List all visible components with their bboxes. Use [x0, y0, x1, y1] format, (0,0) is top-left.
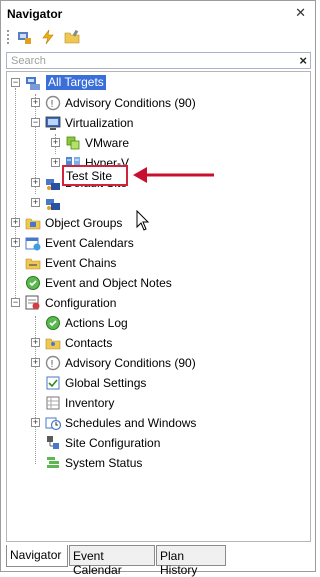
folder-edit-icon[interactable]	[62, 28, 82, 46]
pin-close-icon[interactable]: ✕	[295, 5, 306, 21]
toolbar	[2, 25, 314, 49]
site-icon	[45, 195, 61, 211]
tree-item-test-site[interactable]: +	[31, 194, 301, 212]
tree-item-event-notes[interactable]: Event and Object Notes	[11, 274, 301, 292]
tree-item-label: Global Settings	[65, 376, 147, 390]
expand-toggle[interactable]: +	[31, 98, 40, 107]
expand-toggle[interactable]: +	[51, 138, 60, 147]
tree-item-schedules[interactable]: + Schedules and Windows	[31, 414, 301, 432]
system-status-icon	[45, 455, 61, 471]
object-groups-icon	[25, 215, 41, 231]
calendar-icon	[25, 235, 41, 251]
tree-item-label: Site Configuration	[65, 436, 161, 450]
advisory-icon: !	[45, 355, 61, 371]
configuration-icon	[25, 295, 41, 311]
tree-item-label: Configuration	[45, 296, 117, 310]
collapse-toggle[interactable]: −	[31, 118, 40, 127]
add-target-icon[interactable]	[14, 28, 34, 46]
tree-item-label: Actions Log	[65, 316, 128, 330]
svg-text:!: !	[50, 359, 54, 370]
tree-item-label: Contacts	[65, 336, 113, 350]
tree-item-label: Advisory Conditions (90)	[65, 96, 196, 110]
tab-plan-history[interactable]: Plan History	[156, 545, 226, 577]
tree-item-label: Event Calendars	[45, 236, 134, 250]
expand-toggle[interactable]: +	[31, 338, 40, 347]
tree-item-label: Object Groups	[45, 216, 123, 230]
toolbar-grip[interactable]	[7, 30, 10, 44]
tree-item-label: Advisory Conditions (90)	[65, 356, 196, 370]
schedule-icon	[45, 415, 62, 431]
vmware-icon	[65, 135, 81, 151]
contacts-icon	[45, 335, 61, 351]
tree-item-label: Event and Object Notes	[45, 276, 172, 290]
panel-title: Navigator	[7, 7, 63, 21]
tree-item-contacts[interactable]: + Contacts	[31, 334, 301, 352]
tree-item-configuration[interactable]: − Configuration	[11, 294, 301, 312]
tree-item-event-calendars[interactable]: + Event Calendars	[11, 234, 301, 252]
expand-toggle[interactable]: +	[31, 178, 40, 187]
tab-event-calendar[interactable]: Event Calendar	[69, 545, 155, 577]
panel-titlebar: Navigator ✕	[2, 2, 314, 24]
tree-item-label: Inventory	[65, 396, 115, 410]
expand-toggle[interactable]: +	[51, 158, 60, 167]
checkbox-settings-icon	[45, 375, 61, 391]
tree-item-all-targets[interactable]: − All Targets	[11, 74, 301, 92]
annotation-arrow-icon	[133, 167, 214, 183]
tree-item-system-status[interactable]: System Status	[31, 454, 301, 472]
tab-navigator[interactable]: Navigator	[6, 545, 68, 567]
advisory-icon: !	[45, 95, 61, 111]
event-chains-icon	[25, 255, 41, 271]
site-icon	[45, 175, 61, 191]
expand-toggle[interactable]: +	[31, 358, 40, 367]
tree-item-vmware[interactable]: + VMware	[51, 134, 301, 152]
expand-toggle[interactable]: +	[11, 238, 20, 247]
rename-input[interactable]	[66, 169, 126, 183]
mouse-cursor-icon	[136, 210, 150, 231]
targets-icon	[25, 75, 41, 91]
expand-toggle[interactable]: +	[11, 218, 20, 227]
tree-item-event-chains[interactable]: Event Chains	[11, 254, 301, 272]
lightning-icon[interactable]	[38, 28, 58, 46]
navigator-tree: − All Targets + ! Advisory Conditions (9…	[6, 71, 311, 542]
tree-item-site-configuration[interactable]: Site Configuration	[31, 434, 301, 452]
notes-icon	[25, 275, 41, 291]
expand-toggle[interactable]: +	[31, 418, 40, 427]
rename-edit-box	[62, 165, 128, 186]
tree-item-global-settings[interactable]: Global Settings	[31, 374, 301, 392]
tree-item-label: System Status	[65, 456, 143, 470]
tree-item-label: Virtualization	[65, 116, 134, 130]
svg-text:!: !	[50, 99, 54, 110]
expand-toggle[interactable]: +	[31, 198, 40, 207]
tree-item-label: Schedules and Windows	[65, 416, 197, 430]
site-config-icon	[45, 435, 61, 451]
tree-item-actions-log[interactable]: Actions Log	[31, 314, 301, 332]
tree-item-virtualization[interactable]: − Virtualization	[31, 114, 301, 132]
search-box: ×	[6, 52, 311, 69]
monitor-icon	[45, 115, 61, 131]
actions-log-icon	[45, 315, 61, 331]
tree-item-label: VMware	[85, 136, 130, 150]
inventory-icon	[45, 395, 61, 411]
navigator-panel: Navigator ✕ × − All Targets	[0, 0, 316, 577]
tree-item-object-groups[interactable]: + Object Groups	[11, 214, 301, 232]
tree-item-config-advisory[interactable]: + ! Advisory Conditions (90)	[31, 354, 301, 372]
tree-item-label: Event Chains	[45, 256, 117, 270]
collapse-toggle[interactable]: −	[11, 298, 20, 307]
tree-item-inventory[interactable]: Inventory	[31, 394, 301, 412]
collapse-toggle[interactable]: −	[11, 78, 20, 87]
clear-search-icon[interactable]: ×	[299, 53, 307, 68]
search-input[interactable]	[7, 53, 287, 69]
tree-item-label: All Targets	[46, 75, 106, 90]
tree-item-advisory-conditions[interactable]: + ! Advisory Conditions (90)	[31, 94, 301, 112]
